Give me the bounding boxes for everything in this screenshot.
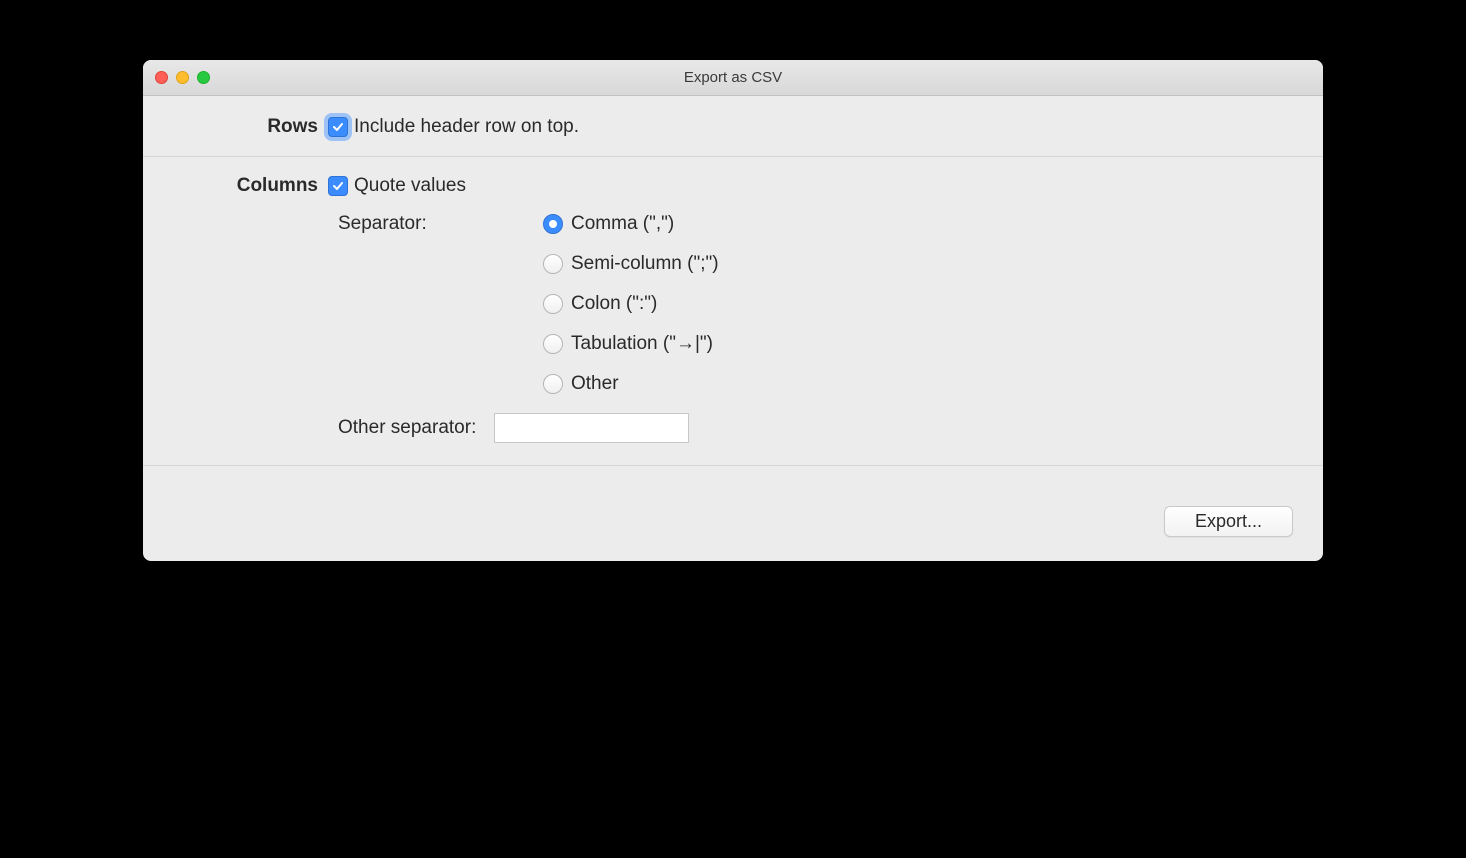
close-icon[interactable]	[155, 71, 168, 84]
separator-option-tabulation[interactable]: Tabulation ("→|")	[543, 333, 719, 355]
checkmark-icon	[331, 179, 345, 193]
content: Rows Include header row on top. Columns …	[143, 96, 1323, 561]
traffic-lights	[143, 71, 210, 84]
separator-option-semicolon[interactable]: Semi-column (";")	[543, 253, 719, 275]
include-header-checkbox[interactable]	[328, 117, 348, 137]
radio-label: Colon (":")	[571, 293, 657, 315]
include-header-label: Include header row on top.	[354, 116, 579, 138]
quote-values-label: Quote values	[354, 175, 466, 197]
columns-label: Columns	[173, 175, 328, 197]
separator-label: Separator:	[173, 213, 543, 235]
other-separator-input[interactable]	[494, 413, 689, 443]
radio-label: Tabulation ("→|")	[571, 333, 713, 355]
footer: Export...	[143, 466, 1323, 561]
export-button[interactable]: Export...	[1164, 506, 1293, 537]
separator-option-other[interactable]: Other	[543, 373, 719, 395]
rows-section: Rows Include header row on top.	[143, 96, 1323, 157]
minimize-icon[interactable]	[176, 71, 189, 84]
radio-label: Comma (",")	[571, 213, 674, 235]
export-csv-window: Export as CSV Rows Include header row on…	[143, 60, 1323, 561]
radio-icon	[543, 214, 563, 234]
window-title: Export as CSV	[684, 69, 782, 86]
checkmark-icon	[331, 120, 345, 134]
radio-icon	[543, 374, 563, 394]
radio-icon	[543, 254, 563, 274]
other-separator-label: Other separator:	[338, 417, 476, 439]
quote-values-checkbox[interactable]	[328, 176, 348, 196]
rows-label: Rows	[173, 116, 328, 138]
radio-icon	[543, 294, 563, 314]
radio-label: Other	[571, 373, 619, 395]
separator-radio-group: Comma (",") Semi-column (";") Colon (":"…	[543, 213, 719, 395]
separator-option-colon[interactable]: Colon (":")	[543, 293, 719, 315]
maximize-icon[interactable]	[197, 71, 210, 84]
radio-label: Semi-column (";")	[571, 253, 719, 275]
columns-section: Columns Quote values Separator: Comma ("…	[143, 157, 1323, 466]
titlebar: Export as CSV	[143, 60, 1323, 96]
separator-option-comma[interactable]: Comma (",")	[543, 213, 719, 235]
radio-icon	[543, 334, 563, 354]
